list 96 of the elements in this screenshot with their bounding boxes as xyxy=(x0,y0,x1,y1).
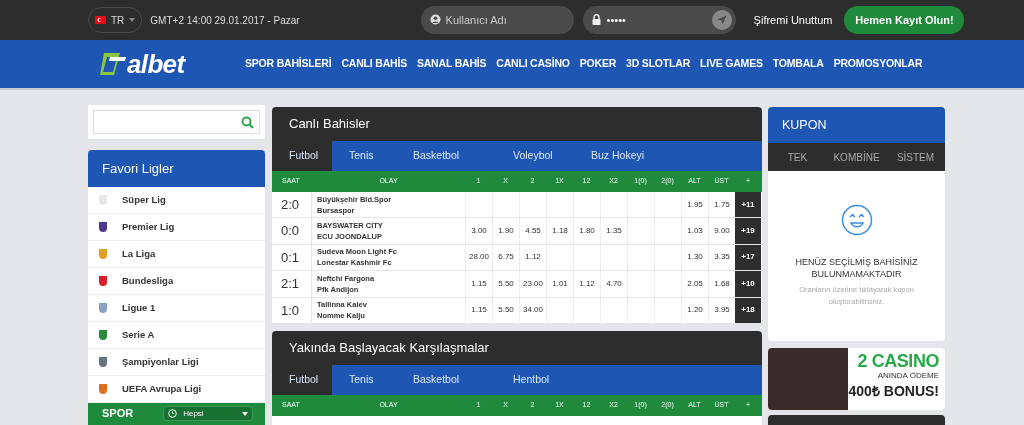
odds-cell[interactable]: 4.70 xyxy=(600,271,627,297)
sport-filter-dropdown[interactable]: Hepsi xyxy=(163,406,254,421)
odds-cell[interactable]: 5.50 xyxy=(492,297,519,323)
coupon-tab[interactable]: SİSTEM xyxy=(886,143,945,171)
forgot-password-link[interactable]: Şifremi Unuttum xyxy=(753,11,833,29)
league-item[interactable]: Ligue 1 xyxy=(88,295,265,322)
sport-tab[interactable]: Basketbol xyxy=(396,364,496,395)
nav-link[interactable]: CANLI CASİNO xyxy=(491,56,575,72)
league-name: Süper Lig xyxy=(122,192,166,207)
more-bets-button[interactable]: +17 xyxy=(735,244,761,271)
logo-icon xyxy=(100,51,126,77)
sport-tab[interactable]: Futbol xyxy=(272,364,332,395)
score: 1:0 xyxy=(272,297,312,323)
sport-tab[interactable]: Buz Hokeyi xyxy=(574,141,654,171)
caret-icon xyxy=(129,18,136,22)
panel-title: Canlı Bahisler xyxy=(272,107,762,141)
password-field[interactable]: ••••• xyxy=(582,6,736,34)
odds-cell[interactable]: 1.01 xyxy=(546,271,573,297)
banner-bonus: 400₺ BONUS! xyxy=(848,384,939,398)
sport-tab[interactable]: Tenis xyxy=(332,141,396,171)
league-item[interactable]: Serie A xyxy=(88,322,265,349)
league-item[interactable]: Premier Lig xyxy=(88,214,265,241)
odds-cell[interactable]: 6.75 xyxy=(492,244,519,271)
panel-title: Favori Ligler xyxy=(88,150,265,187)
odds-cell[interactable]: 2.05 xyxy=(681,271,708,297)
coupon-tab[interactable]: KOMBİNE xyxy=(827,143,886,171)
odds-cell[interactable]: 1.20 xyxy=(681,297,708,323)
league-item[interactable]: Şampiyonlar Ligi xyxy=(88,349,265,376)
nav-link[interactable]: PROMOSYONLAR xyxy=(828,56,928,72)
odds-cell[interactable]: 34.00 xyxy=(519,297,546,323)
search-icon xyxy=(241,115,254,129)
odds-cell[interactable]: 1.35 xyxy=(600,218,627,244)
lock-icon xyxy=(591,14,601,25)
nav-link[interactable]: TOMBALA xyxy=(767,56,829,72)
nav-link[interactable]: LIVE GAMES xyxy=(695,56,768,72)
league-name: Premier Lig xyxy=(122,219,175,234)
league-item[interactable]: La Liga xyxy=(88,241,265,268)
sport-tab[interactable]: Hentbol xyxy=(496,364,574,395)
league-name: Serie A xyxy=(122,327,155,342)
coupon-tab[interactable]: TEK xyxy=(768,143,827,171)
league-name: UEFA Avrupa Ligi xyxy=(122,381,202,396)
odds-cell[interactable]: 1.03 xyxy=(681,218,708,244)
sport-tab[interactable]: Futbol xyxy=(272,141,332,171)
smiley-icon xyxy=(840,204,873,236)
score: 2:1 xyxy=(272,271,312,297)
banner-headline: 2 CASINO xyxy=(857,352,939,370)
more-bets-button[interactable]: +11 xyxy=(735,192,761,218)
banner-subline: ANINDA ÖDEME xyxy=(877,371,939,381)
clock-icon xyxy=(168,409,178,418)
odds-cell[interactable]: 1.30 xyxy=(681,244,708,271)
caret-icon xyxy=(242,411,249,416)
odds-cell[interactable]: 28.00 xyxy=(465,244,492,271)
odds-cell[interactable]: 1.15 xyxy=(465,297,492,323)
odds-cell[interactable]: 1.15 xyxy=(465,271,492,297)
more-bets-button[interactable]: +10 xyxy=(735,271,761,297)
odds-cell[interactable]: 1.12 xyxy=(573,271,600,297)
league-item[interactable]: Süper Lig xyxy=(88,187,265,214)
nav-link[interactable]: POKER xyxy=(574,56,622,72)
odds-cell[interactable]: 1.80 xyxy=(573,218,600,244)
league-item[interactable]: UEFA Avrupa Ligi xyxy=(88,376,265,403)
user-icon xyxy=(429,14,441,25)
odds-cell[interactable]: 3.00 xyxy=(465,218,492,244)
nav-link[interactable]: SPOR BAHİSLERİ xyxy=(240,56,337,72)
league-name: Ligue 1 xyxy=(122,300,156,315)
odds-cell[interactable]: 1.95 xyxy=(681,192,708,218)
league-item[interactable]: Bundesliga xyxy=(88,268,265,295)
panel-title: Yakında Başlayacak Karşılaşmalar xyxy=(272,330,762,365)
more-bets-button[interactable]: +19 xyxy=(735,218,761,244)
sport-tab[interactable]: Basketbol xyxy=(396,141,496,171)
league-name: La Liga xyxy=(122,246,156,261)
odds-cell[interactable]: 1.18 xyxy=(546,218,573,244)
flag-icon xyxy=(95,16,106,24)
date-time: GMT+2 14:00 29.01.2017 - Pazar xyxy=(150,13,300,28)
odds-cell[interactable]: 4.55 xyxy=(519,218,546,244)
score: 0:1 xyxy=(272,244,312,271)
nav-link[interactable]: SANAL BAHİS xyxy=(411,56,492,72)
sport-tab[interactable]: Tenis xyxy=(332,364,396,395)
league-name: Şampiyonlar Ligi xyxy=(122,354,199,369)
league-name: Bundesliga xyxy=(122,273,174,288)
odds-cell[interactable]: 1.90 xyxy=(492,218,519,244)
panel-title: KUPON xyxy=(768,107,945,143)
more-bets-button[interactable]: +18 xyxy=(735,297,761,323)
register-button[interactable]: Hemen Kayıt Olun! xyxy=(844,6,965,34)
score: 2:0 xyxy=(272,192,312,218)
score: 0:0 xyxy=(272,218,312,244)
logo-text: albet xyxy=(127,51,185,77)
panel-title: SPOR xyxy=(102,406,134,420)
odds-cell[interactable]: 1.12 xyxy=(519,244,546,271)
odds-cell[interactable]: 23.00 xyxy=(519,271,546,297)
send-icon xyxy=(716,15,727,25)
nav-link[interactable]: 3D SLOTLAR xyxy=(621,56,695,72)
sport-tab[interactable]: Voleybol xyxy=(496,141,574,171)
nav-link[interactable]: CANLI BAHİS xyxy=(336,56,412,72)
empty-coupon-message: HENÜZ SEÇİLMİŞ BAHİSİNİZ BULUNMAMAKTADIR xyxy=(794,256,919,280)
username-field[interactable]: Kullanıcı Adı xyxy=(420,6,574,34)
odds-cell[interactable]: 5.50 xyxy=(492,271,519,297)
